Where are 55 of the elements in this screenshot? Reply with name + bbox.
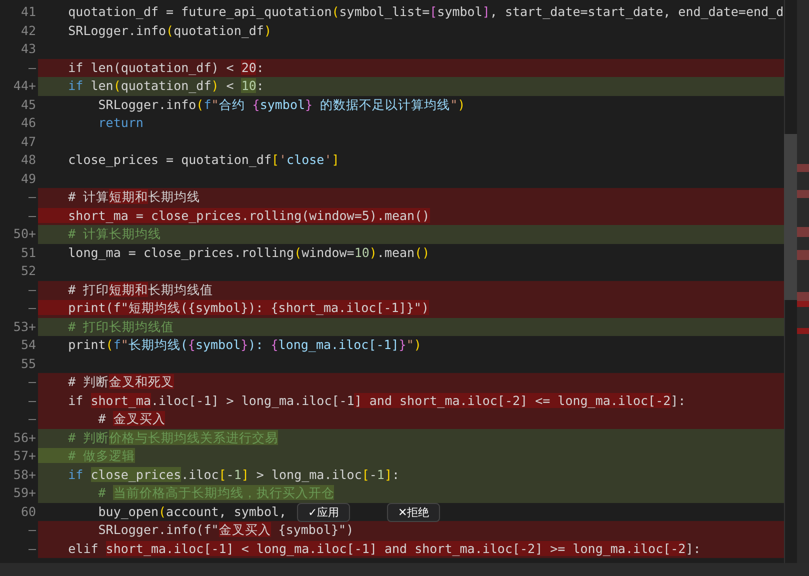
code-line: return xyxy=(97,114,144,132)
code-line: # 打印长期均线值 xyxy=(67,318,174,336)
code-line: if len(quotation_df) < 20: xyxy=(67,58,264,77)
line-number: — xyxy=(28,206,37,224)
code-line: SRLogger.info(f"金叉买入 {symbol}") xyxy=(97,521,354,539)
code-line: if short_ma.iloc[-1] > long_ma.iloc[-1] and short_ma.iloc[-2] <= long_ma.iloc[-2]: xyxy=(67,392,686,410)
scrollbar-drawing[interactable] xyxy=(784,0,809,563)
reject-button[interactable]: ✕拒绝 xyxy=(387,503,440,522)
line-number: 45 xyxy=(20,96,37,114)
code-line: # 打印短期和长期均线值 xyxy=(67,280,214,298)
line-number: 55 xyxy=(20,354,37,372)
code-line: quotation_df = future_api_quotation(symbol_list=[symbol], start_date=start_date, end_date=end_d xyxy=(67,3,784,21)
line-number: 52 xyxy=(20,262,37,280)
line-number: 60 xyxy=(20,502,37,520)
line-number: 57+ xyxy=(13,447,37,465)
line-number: — xyxy=(28,521,37,539)
code-line: # 当前价格高于长期均线，执行买入开仓 xyxy=(97,484,334,502)
line-number: — xyxy=(28,540,37,558)
line-number: 50+ xyxy=(13,225,37,243)
line-number: 59+ xyxy=(13,484,37,502)
line-number: 54 xyxy=(20,336,37,354)
code-line: print(f"长期均线({symbol}): {long_ma.iloc[-1]}") xyxy=(67,336,422,354)
line-number: 49 xyxy=(20,170,37,188)
code-line: close_prices = quotation_df['close'] xyxy=(67,151,340,169)
line-number: — xyxy=(28,392,37,410)
line-number: — xyxy=(28,58,37,76)
line-number: 58+ xyxy=(13,466,37,484)
line-number: 51 xyxy=(20,244,37,262)
code-line: if close_prices.iloc[-1] > long_ma.iloc[-1]: xyxy=(67,466,400,484)
code-line: SRLogger.info(f"合约 {symbol} 的数据不足以计算均线") xyxy=(97,96,466,114)
line-number: — xyxy=(28,299,37,317)
code-line: elif short_ma.iloc[-1] < long_ma.iloc[-1] and short_ma.iloc[-2] >= long_ma.iloc[-2]: xyxy=(67,540,701,558)
code-line: # 计算短期和长期均线 xyxy=(67,188,200,206)
line-number: — xyxy=(28,280,37,298)
line-number: — xyxy=(28,373,37,391)
accept-button[interactable]: ✓应用 xyxy=(297,503,350,522)
code-line: buy_open(account, symbol, xyxy=(97,502,287,521)
code-line: # 计算长期均线 xyxy=(67,225,162,243)
code-line: SRLogger.info(quotation_df) xyxy=(67,22,272,40)
line-number: 47 xyxy=(20,132,37,150)
line-number: 41 xyxy=(20,3,37,21)
code-line: # 判断金叉和死叉 xyxy=(67,373,174,391)
line-number: — xyxy=(28,188,37,206)
line-number: 48 xyxy=(20,151,37,169)
line-number: — xyxy=(28,410,37,428)
line-number: 56+ xyxy=(13,428,37,446)
code-line: # 判断价格与长期均线关系进行交易 xyxy=(67,428,278,446)
code-line: long_ma = close_prices.rolling(window=10).mean() xyxy=(67,244,430,262)
line-number: 46 xyxy=(20,114,37,132)
code-line: # 金叉买入 xyxy=(97,410,166,428)
line-number: 42 xyxy=(20,22,37,40)
line-number: 53+ xyxy=(13,318,37,336)
code-line: if len(quotation_df) < 10: xyxy=(67,77,264,95)
line-number: 43 xyxy=(20,40,37,58)
line-number: 44+ xyxy=(13,77,37,95)
